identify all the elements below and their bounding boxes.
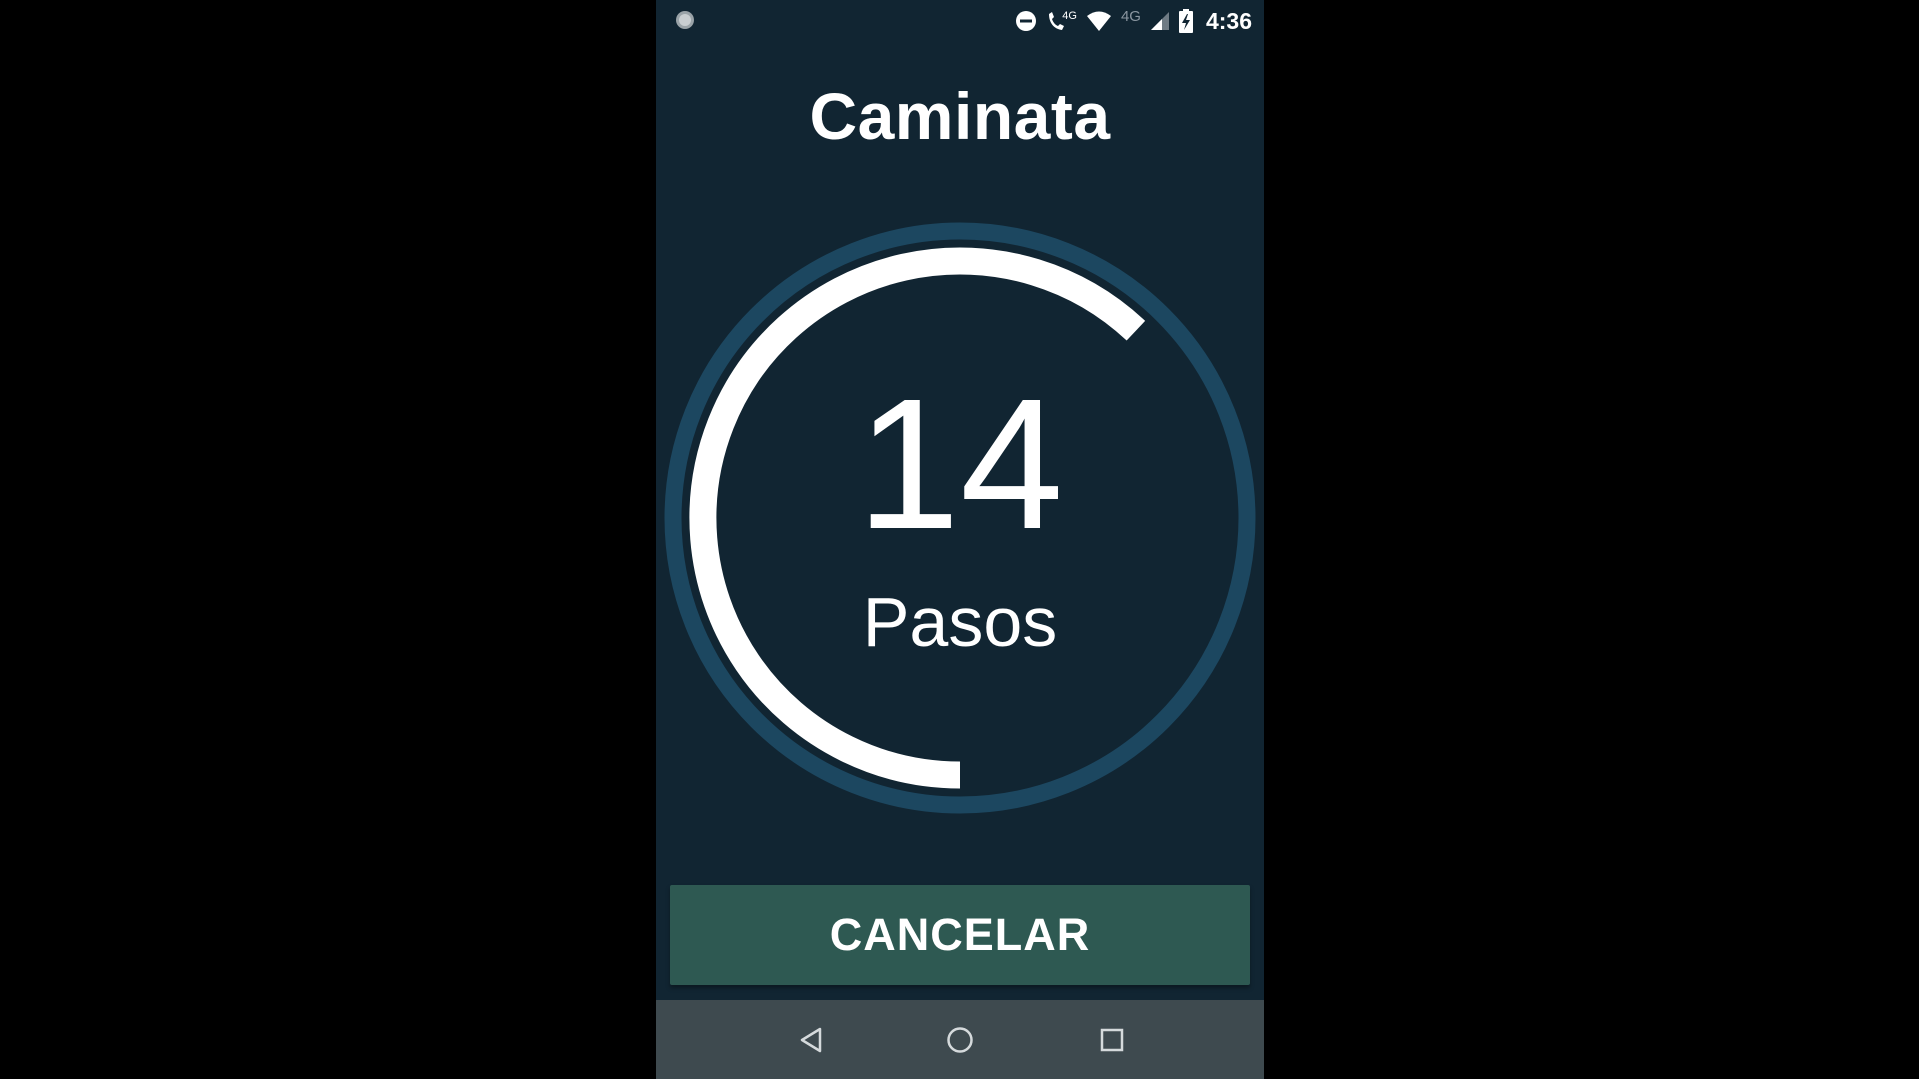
home-icon: [947, 1027, 973, 1053]
phone-screen: 4G 4G 4:36 Caminata 14 Pasos CANCELAR: [656, 0, 1264, 1079]
battery-charging-icon: [1178, 6, 1193, 36]
page-title: Caminata: [809, 79, 1111, 153]
status-icons: 4G 4G 4:36: [1015, 6, 1252, 36]
navigation-bar: [656, 1000, 1264, 1079]
back-icon: [800, 1027, 822, 1053]
home-button[interactable]: [940, 1020, 980, 1060]
call-network-label: 4G: [1062, 10, 1077, 22]
do-not-disturb-icon: [1015, 6, 1037, 36]
wifi-icon: [1086, 6, 1112, 36]
status-bar: 4G 4G 4:36: [656, 0, 1264, 42]
step-count: 14: [856, 361, 1064, 568]
status-time: 4:36: [1205, 7, 1252, 34]
signal-icon: [1150, 6, 1170, 36]
notification-dot-icon: [676, 11, 694, 29]
recents-button[interactable]: [1092, 1020, 1132, 1060]
step-label: Pasos: [862, 583, 1058, 661]
network-label: 4G: [1120, 7, 1141, 25]
volte-call-icon: 4G: [1046, 6, 1077, 36]
recents-icon: [1100, 1028, 1124, 1052]
back-button[interactable]: [791, 1020, 831, 1060]
cancel-button[interactable]: CANCELAR: [670, 885, 1250, 985]
